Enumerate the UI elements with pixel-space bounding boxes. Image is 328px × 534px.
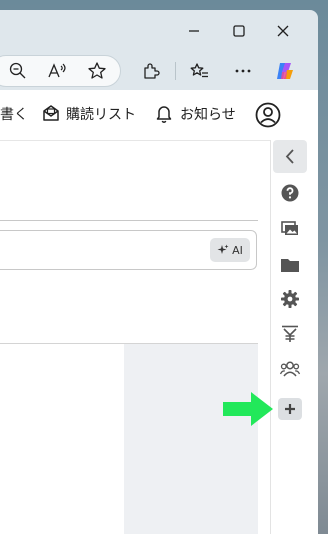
extensions-icon[interactable] (140, 60, 162, 82)
reading-list-label[interactable]: 購読リスト (66, 104, 136, 124)
browser-toolbar (0, 52, 318, 90)
search-input[interactable]: AI (0, 230, 257, 270)
web-page: 書く 購読リスト お知らせ AI (0, 90, 318, 534)
reading-list-icon[interactable] (40, 102, 62, 124)
maximize-icon[interactable] (228, 20, 250, 42)
section-divider (0, 220, 258, 221)
chevron-left-icon (285, 149, 294, 164)
green-arrow-icon (223, 392, 273, 426)
more-icon[interactable] (232, 60, 254, 82)
zoom-out-icon[interactable] (7, 60, 29, 82)
collapse-sidebar-button[interactable] (273, 140, 307, 173)
gallery-icon[interactable] (279, 218, 301, 240)
header-divider (0, 140, 270, 141)
copilot-icon[interactable] (274, 60, 296, 82)
notifications-label[interactable]: お知らせ (180, 104, 236, 124)
window-titlebar (0, 10, 318, 52)
favorites-icon[interactable] (189, 60, 211, 82)
content-frame (0, 343, 258, 534)
close-icon[interactable] (272, 20, 294, 42)
bell-icon[interactable] (153, 102, 175, 124)
people-icon[interactable] (279, 358, 301, 380)
help-icon[interactable] (279, 182, 301, 204)
edge-sidebar (270, 140, 308, 534)
add-sidebar-app-button[interactable] (278, 398, 302, 420)
toolbar-separator (175, 62, 176, 80)
settings-gear-icon[interactable] (279, 288, 301, 310)
sparkle-icon (217, 244, 229, 254)
read-aloud-icon[interactable] (46, 60, 68, 82)
ai-button-label: AI (232, 243, 243, 257)
write-link-label[interactable]: 書く (0, 104, 28, 124)
folder-icon[interactable] (279, 254, 301, 276)
content-side-panel (124, 344, 258, 534)
plus-icon (285, 404, 295, 414)
yen-icon[interactable] (279, 323, 301, 345)
minimize-icon[interactable] (183, 20, 205, 42)
favorite-star-icon[interactable] (86, 60, 108, 82)
ai-button[interactable]: AI (210, 238, 250, 262)
user-avatar-icon[interactable] (255, 102, 281, 128)
